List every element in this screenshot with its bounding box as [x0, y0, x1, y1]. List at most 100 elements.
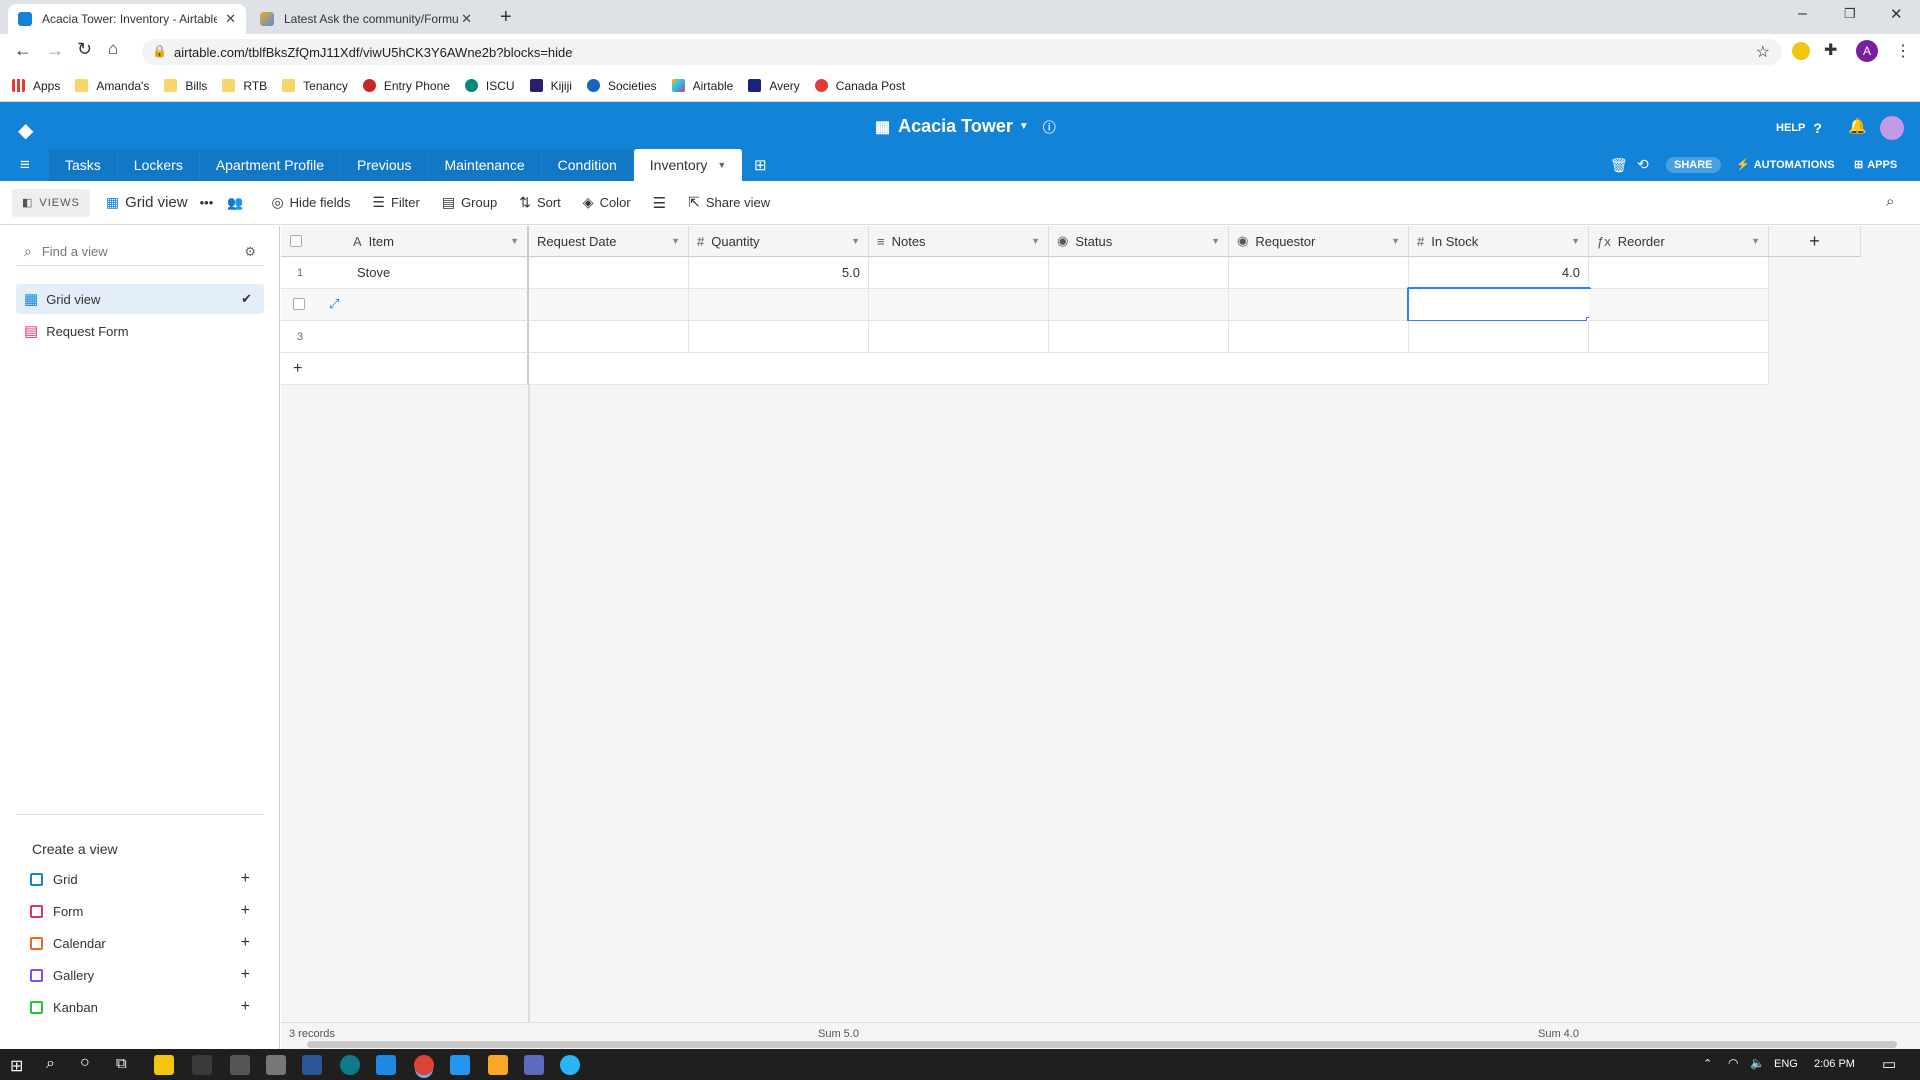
file-explorer-icon[interactable] [154, 1055, 174, 1075]
views-toggle-button[interactable]: ◧ VIEWS [12, 188, 90, 217]
browser-tab-active[interactable]: Acacia Tower: Inventory - Airtable ✕ [8, 4, 246, 34]
todo-icon[interactable] [376, 1055, 396, 1075]
tab-condition[interactable]: Condition [541, 149, 633, 181]
notification-center-icon[interactable]: ▭ [1882, 1055, 1896, 1073]
cell-requestor[interactable] [1229, 321, 1409, 353]
trash-icon[interactable]: 🗑 [1610, 157, 1628, 174]
column-header-notes[interactable]: ≡ Notes ▼ [869, 226, 1049, 257]
new-tab-icon[interactable]: + [500, 6, 512, 29]
bookmark-link[interactable]: Canada Post [814, 79, 905, 93]
expand-record-icon[interactable]: ⤢ [329, 296, 339, 312]
extensions-puzzle-icon[interactable]: ✚ [1824, 40, 1837, 60]
cell-quantity[interactable]: 5.0 [689, 257, 869, 289]
cell-request-date[interactable] [529, 321, 689, 353]
close-tab-icon[interactable]: ✕ [461, 11, 472, 27]
cell-notes[interactable] [869, 321, 1049, 353]
column-header-request-date[interactable]: Request Date ▼ [529, 226, 689, 257]
cell-notes[interactable] [869, 257, 1049, 289]
tab-lockers[interactable]: Lockers [117, 149, 199, 181]
cell-request-date[interactable] [529, 289, 689, 321]
profile-avatar[interactable]: A [1856, 40, 1878, 62]
bookmark-folder[interactable]: Bills [164, 79, 207, 93]
add-table-icon[interactable]: ⊞ [743, 149, 777, 181]
cell-notes[interactable] [869, 289, 1049, 321]
table-row[interactable]: 1 Stove [281, 257, 529, 289]
add-record-button[interactable]: + [281, 353, 529, 385]
history-icon[interactable]: ⟲ [1637, 156, 1649, 173]
color-button[interactable]: ◈ Color [583, 194, 631, 211]
chevron-down-icon[interactable]: ▼ [671, 236, 680, 246]
bookmark-apps[interactable]: Apps [12, 79, 60, 93]
sort-button[interactable]: ⇅ Sort [519, 194, 561, 211]
column-header-reorder[interactable]: ƒx Reorder ▼ [1589, 226, 1769, 257]
filter-button[interactable]: ☰ Filter [372, 194, 419, 211]
minimize-icon[interactable]: – [1798, 5, 1807, 23]
table-row[interactable]: 3 [281, 321, 529, 353]
browser-tab[interactable]: Latest Ask the community/Formu ✕ [250, 4, 482, 34]
browser-menu-icon[interactable]: ⋮ [1895, 41, 1911, 61]
cell-request-date[interactable] [529, 257, 689, 289]
horizontal-scrollbar[interactable] [307, 1041, 1897, 1048]
cell-status[interactable] [1049, 321, 1229, 353]
current-view-button[interactable]: ▦ Grid view [106, 194, 188, 211]
add-field-button[interactable]: + [1769, 226, 1861, 257]
bookmark-link[interactable]: Airtable [671, 79, 733, 93]
create-calendar-view[interactable]: Calendar + [30, 930, 250, 956]
bookmark-star-icon[interactable]: ☆ [1756, 42, 1770, 62]
group-button[interactable]: ▤ Group [442, 194, 497, 211]
cell-quantity[interactable] [689, 289, 869, 321]
find-view-field[interactable]: ⌕ Find a view ⚙ [16, 238, 264, 266]
select-all-checkbox[interactable] [290, 235, 302, 247]
word-icon[interactable] [302, 1055, 322, 1075]
bookmark-link[interactable]: Entry Phone [362, 79, 450, 93]
chevron-down-icon[interactable]: ▼ [1391, 236, 1400, 246]
bookmark-link[interactable]: ISCU [464, 79, 515, 93]
cell-reorder[interactable] [1589, 289, 1769, 321]
bookmark-folder[interactable]: Tenancy [282, 79, 348, 93]
help-button[interactable]: HELP ? [1776, 120, 1822, 136]
bookmark-link[interactable]: Societies [586, 79, 657, 93]
address-bar[interactable]: 🔒 airtable.com/tblfBksZfQmJ11Xdf/viwU5hC… [142, 39, 1782, 65]
chevron-down-icon[interactable]: ▼ [851, 236, 860, 246]
app-icon[interactable] [524, 1055, 544, 1075]
cell-in-stock[interactable]: 4.0 [1409, 257, 1589, 289]
cell-in-stock[interactable] [1409, 321, 1589, 353]
cortana-icon[interactable]: ○ [80, 1054, 90, 1072]
chevron-down-icon[interactable]: ▼ [1211, 236, 1220, 246]
language-indicator[interactable]: ENG [1774, 1058, 1798, 1070]
sticky-notes-icon[interactable] [488, 1055, 508, 1075]
column-header-status[interactable]: ◉ Status ▼ [1049, 226, 1229, 257]
sidebar-item-request-form[interactable]: ▤ Request Form [16, 316, 264, 346]
create-gallery-view[interactable]: Gallery + [30, 962, 250, 988]
extension-icon[interactable] [1792, 42, 1810, 60]
settings-gear-icon[interactable]: ⚙ [244, 244, 256, 260]
tab-tasks[interactable]: Tasks [49, 149, 117, 181]
maximize-icon[interactable]: ❐ [1844, 6, 1856, 22]
create-form-view[interactable]: Form + [30, 898, 250, 924]
view-menu-icon[interactable]: ••• [200, 195, 214, 210]
search-icon[interactable]: ⌕ [1886, 193, 1894, 210]
apps-button[interactable]: ⊞ APPS [1854, 158, 1897, 172]
wifi-icon[interactable]: ◠ [1728, 1056, 1738, 1070]
chevron-up-icon[interactable]: ⌃ [1703, 1057, 1712, 1070]
hide-fields-button[interactable]: ◎ Hide fields [271, 194, 350, 211]
table-row[interactable]: ⤢ [281, 289, 529, 321]
back-icon[interactable]: ← [14, 40, 32, 61]
info-icon[interactable]: ⓘ [1043, 117, 1056, 136]
calculator-icon[interactable] [230, 1055, 250, 1075]
tab-previous[interactable]: Previous [341, 149, 428, 181]
column-header-item[interactable]: A Item ▼ [281, 226, 529, 257]
bookmark-folder[interactable]: RTB [222, 79, 267, 93]
selected-cell-in-stock[interactable] [1407, 287, 1593, 324]
create-grid-view[interactable]: Grid + [30, 866, 250, 892]
bookmark-link[interactable]: Kijiji [529, 79, 572, 93]
volume-icon[interactable]: 🔈 [1750, 1056, 1765, 1070]
reload-icon[interactable]: ↻ [77, 39, 92, 60]
tab-apartment-profile[interactable]: Apartment Profile [199, 149, 340, 181]
tab-inventory[interactable]: Inventory ▼ [633, 149, 743, 181]
clock[interactable]: 2:06 PM [1814, 1058, 1855, 1070]
row-checkbox[interactable] [293, 298, 305, 310]
in-stock-sum[interactable]: Sum 4.0 [1538, 1028, 1579, 1040]
chevron-down-icon[interactable]: ▼ [1571, 236, 1580, 246]
bookmark-link[interactable]: Avery [748, 79, 800, 93]
